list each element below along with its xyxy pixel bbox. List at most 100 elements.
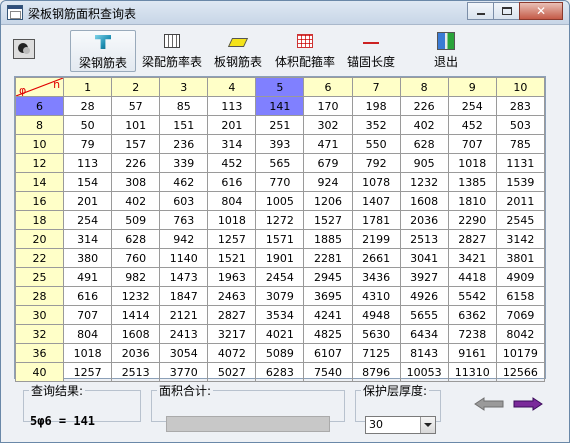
prev-arrow-button[interactable]: [474, 397, 504, 411]
column-header-cell[interactable]: 10: [495, 77, 546, 97]
row-header-cell[interactable]: 28: [14, 286, 65, 306]
table-cell[interactable]: 8042: [495, 324, 546, 344]
table-cell[interactable]: 628: [111, 229, 161, 249]
table-cell[interactable]: 308: [111, 172, 161, 192]
table-cell[interactable]: 3054: [159, 343, 209, 363]
anchor-length-button[interactable]: 锚固长度: [341, 30, 401, 72]
table-cell[interactable]: 1257: [207, 229, 257, 249]
table-cell[interactable]: 1539: [495, 172, 546, 192]
table-cell[interactable]: 4241: [303, 305, 353, 325]
slab-steel-button[interactable]: 板钢筋表: [208, 30, 268, 72]
row-header-cell[interactable]: 16: [14, 191, 65, 211]
table-cell[interactable]: 57: [111, 96, 161, 116]
column-header-cell[interactable]: 1: [63, 77, 113, 97]
table-cell[interactable]: 603: [159, 191, 209, 211]
table-cell[interactable]: 302: [303, 115, 353, 135]
table-cell[interactable]: 236: [159, 134, 209, 154]
table-cell[interactable]: 804: [63, 324, 113, 344]
next-arrow-button[interactable]: [513, 397, 543, 411]
table-cell[interactable]: 201: [63, 191, 113, 211]
row-header-cell[interactable]: 25: [14, 267, 65, 287]
table-cell[interactable]: 1847: [159, 286, 209, 306]
row-header-cell[interactable]: 8: [14, 115, 65, 135]
table-cell[interactable]: 7238: [447, 324, 497, 344]
table-cell[interactable]: 6283: [255, 362, 305, 382]
minimize-button[interactable]: [467, 2, 494, 20]
table-cell[interactable]: 3142: [495, 229, 546, 249]
table-cell[interactable]: 1018: [63, 343, 113, 363]
table-cell[interactable]: 3770: [159, 362, 209, 382]
table-cell[interactable]: 2290: [447, 210, 497, 230]
exit-button[interactable]: 退出: [425, 30, 467, 72]
table-cell[interactable]: 5089: [255, 343, 305, 363]
row-header-cell[interactable]: 22: [14, 248, 65, 268]
table-cell[interactable]: 5542: [447, 286, 497, 306]
table-cell[interactable]: 113: [63, 153, 113, 173]
table-cell[interactable]: 1901: [255, 248, 305, 268]
table-cell[interactable]: 924: [303, 172, 353, 192]
table-cell[interactable]: 2121: [159, 305, 209, 325]
table-cell[interactable]: 1781: [351, 210, 401, 230]
table-cell[interactable]: 283: [495, 96, 546, 116]
table-cell[interactable]: 28: [63, 96, 113, 116]
beam-steel-button[interactable]: 梁钢筋表: [70, 30, 136, 72]
table-cell[interactable]: 942: [159, 229, 209, 249]
table-cell[interactable]: 1963: [207, 267, 257, 287]
table-cell[interactable]: 2827: [447, 229, 497, 249]
table-cell[interactable]: 616: [63, 286, 113, 306]
table-cell[interactable]: 1608: [111, 324, 161, 344]
table-cell[interactable]: 12566: [495, 362, 546, 382]
table-cell[interactable]: 3534: [255, 305, 305, 325]
table-cell[interactable]: 679: [303, 153, 353, 173]
close-button[interactable]: ✕: [519, 2, 563, 20]
table-cell[interactable]: 7125: [351, 343, 401, 363]
table-cell[interactable]: 3421: [447, 248, 497, 268]
table-cell[interactable]: 50: [63, 115, 113, 135]
table-cell[interactable]: 1521: [207, 248, 257, 268]
table-cell[interactable]: 393: [255, 134, 305, 154]
table-cell[interactable]: 4418: [447, 267, 497, 287]
grip-icon[interactable]: [13, 39, 35, 59]
table-cell[interactable]: 1018: [207, 210, 257, 230]
table-cell[interactable]: 4926: [399, 286, 449, 306]
table-cell[interactable]: 5630: [351, 324, 401, 344]
table-cell[interactable]: 198: [351, 96, 401, 116]
table-cell[interactable]: 3695: [303, 286, 353, 306]
table-cell[interactable]: 9161: [447, 343, 497, 363]
row-header-cell[interactable]: 12: [14, 153, 65, 173]
column-header-cell[interactable]: 8: [399, 77, 449, 97]
table-cell[interactable]: 452: [207, 153, 257, 173]
table-cell[interactable]: 380: [63, 248, 113, 268]
table-cell[interactable]: 763: [159, 210, 209, 230]
table-cell[interactable]: 7069: [495, 305, 546, 325]
table-cell[interactable]: 2011: [495, 191, 546, 211]
table-cell[interactable]: 471: [303, 134, 353, 154]
table-cell[interactable]: 79: [63, 134, 113, 154]
table-cell[interactable]: 101: [111, 115, 161, 135]
table-cell[interactable]: 4825: [303, 324, 353, 344]
column-header-cell[interactable]: 4: [207, 77, 257, 97]
table-cell[interactable]: 4072: [207, 343, 257, 363]
table-cell[interactable]: 804: [207, 191, 257, 211]
column-header-cell[interactable]: 9: [447, 77, 497, 97]
cover-thickness-select[interactable]: 30: [365, 416, 436, 434]
maximize-button[interactable]: [493, 2, 520, 20]
table-cell[interactable]: 4948: [351, 305, 401, 325]
column-header-cell[interactable]: 6: [303, 77, 353, 97]
row-header-cell[interactable]: 32: [14, 324, 65, 344]
table-cell[interactable]: 1257: [63, 362, 113, 382]
table-cell[interactable]: 2463: [207, 286, 257, 306]
table-cell[interactable]: 792: [351, 153, 401, 173]
table-cell[interactable]: 6107: [303, 343, 353, 363]
table-cell[interactable]: 85: [159, 96, 209, 116]
table-cell[interactable]: 2413: [159, 324, 209, 344]
table-cell[interactable]: 352: [351, 115, 401, 135]
row-header-cell[interactable]: 14: [14, 172, 65, 192]
table-cell[interactable]: 550: [351, 134, 401, 154]
table-cell[interactable]: 1885: [303, 229, 353, 249]
table-cell[interactable]: 4021: [255, 324, 305, 344]
column-header-cell[interactable]: 5: [255, 77, 305, 97]
table-cell[interactable]: 3041: [399, 248, 449, 268]
table-cell[interactable]: 7540: [303, 362, 353, 382]
table-cell[interactable]: 3927: [399, 267, 449, 287]
